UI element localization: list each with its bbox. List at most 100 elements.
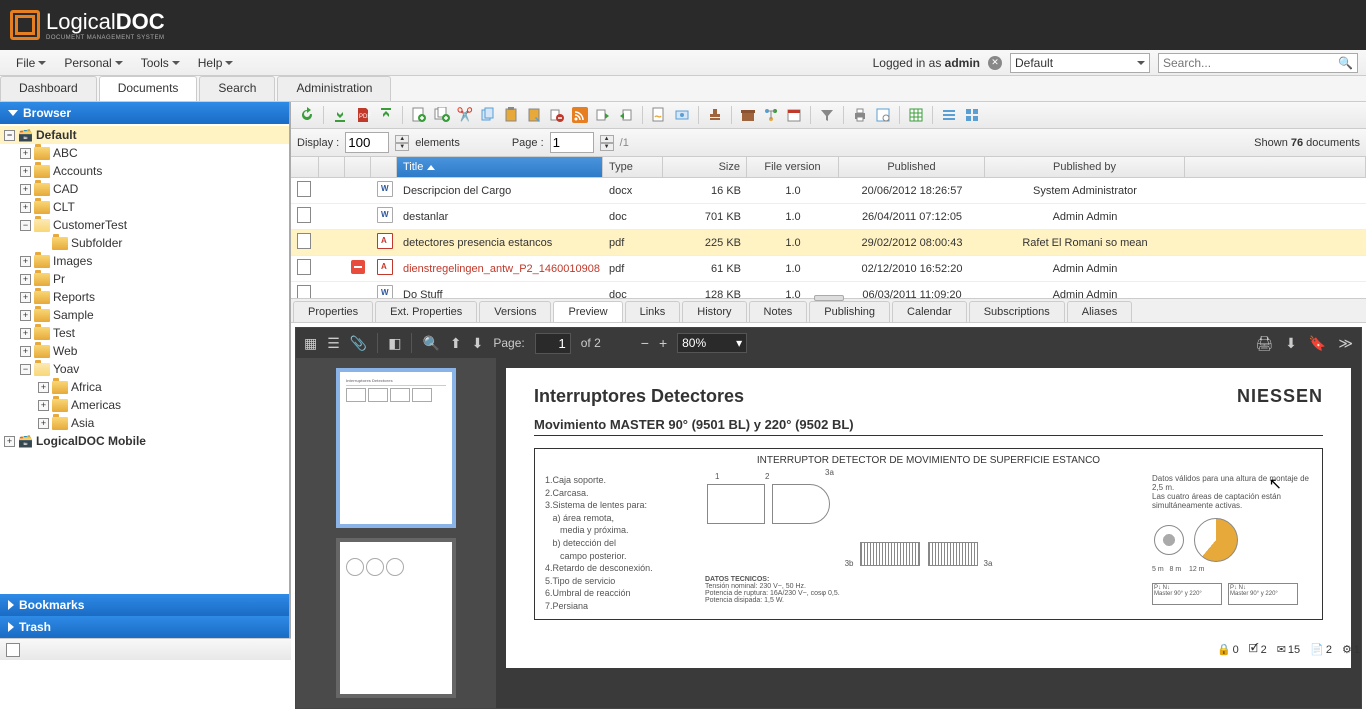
dtab-publishing[interactable]: Publishing bbox=[809, 301, 890, 322]
tree-folder[interactable]: −CustomerTest bbox=[0, 216, 289, 234]
expander-icon[interactable]: + bbox=[20, 346, 31, 357]
logout-button[interactable]: ✕ bbox=[988, 56, 1002, 70]
stamp-button[interactable] bbox=[705, 105, 725, 125]
list-view-button[interactable] bbox=[939, 105, 959, 125]
col-typeicon[interactable] bbox=[371, 157, 397, 177]
expander-icon[interactable]: + bbox=[20, 292, 31, 303]
tree-root[interactable]: − 🗃️ Default bbox=[0, 126, 289, 144]
expander-icon[interactable]: + bbox=[20, 148, 31, 159]
dtab-subscriptions[interactable]: Subscriptions bbox=[969, 301, 1065, 322]
expander-icon[interactable]: − bbox=[4, 130, 15, 141]
col-size[interactable]: Size bbox=[663, 157, 747, 177]
table-row[interactable]: destanlardoc701 KB1.026/04/2011 07:12:05… bbox=[291, 204, 1366, 230]
tree-folder[interactable]: +Images bbox=[0, 252, 289, 270]
add-docs-button[interactable] bbox=[432, 105, 452, 125]
tab-documents[interactable]: Documents bbox=[99, 76, 198, 101]
pdf-download-button[interactable]: ⬇ bbox=[1285, 335, 1297, 352]
tab-search[interactable]: Search bbox=[199, 76, 275, 101]
col-type[interactable]: Type bbox=[603, 157, 663, 177]
col-lock[interactable] bbox=[345, 157, 371, 177]
dtab-properties[interactable]: Properties bbox=[293, 301, 373, 322]
import-button[interactable] bbox=[616, 105, 636, 125]
tree-folder[interactable]: +Asia bbox=[0, 414, 289, 432]
search-input[interactable] bbox=[1163, 56, 1338, 70]
page-spinner[interactable]: ▲▼ bbox=[600, 135, 614, 151]
add-doc-button[interactable] bbox=[409, 105, 429, 125]
zoom-out-button[interactable]: − bbox=[641, 335, 649, 351]
zoom-select[interactable]: 80%▾ bbox=[677, 333, 747, 353]
tree-folder[interactable]: +Pr bbox=[0, 270, 289, 288]
sb-messages[interactable]: ✉15 bbox=[1277, 643, 1300, 656]
archive-button[interactable] bbox=[738, 105, 758, 125]
spin-down-icon[interactable]: ▼ bbox=[600, 143, 614, 151]
tree-folder[interactable]: +Sample bbox=[0, 306, 289, 324]
expander-icon[interactable]: + bbox=[20, 328, 31, 339]
menu-help[interactable]: Help bbox=[190, 53, 242, 73]
filter-button[interactable] bbox=[817, 105, 837, 125]
rss-button[interactable] bbox=[570, 105, 590, 125]
spin-down-icon[interactable]: ▼ bbox=[395, 143, 409, 151]
upload-button[interactable] bbox=[376, 105, 396, 125]
thumbnails-button[interactable]: ▦ bbox=[304, 335, 317, 352]
menu-file[interactable]: File bbox=[8, 53, 54, 73]
next-page-button[interactable]: ⬇ bbox=[472, 335, 484, 352]
search-icon[interactable]: 🔍 bbox=[1338, 56, 1353, 70]
spin-up-icon[interactable]: ▲ bbox=[395, 135, 409, 143]
panel-trash[interactable]: Trash bbox=[0, 616, 289, 638]
dtab-ext[interactable]: Ext. Properties bbox=[375, 301, 477, 322]
dtab-aliases[interactable]: Aliases bbox=[1067, 301, 1132, 322]
menu-tools[interactable]: Tools bbox=[133, 53, 188, 73]
cut-button[interactable]: ✂️ bbox=[455, 105, 475, 125]
delete-button[interactable] bbox=[547, 105, 567, 125]
expander-icon[interactable]: − bbox=[20, 220, 31, 231]
scan-button[interactable] bbox=[672, 105, 692, 125]
export-button[interactable] bbox=[593, 105, 613, 125]
col-version[interactable]: File version bbox=[747, 157, 839, 177]
sb-checked[interactable]: 🗹2 bbox=[1249, 640, 1267, 659]
pdf-button[interactable]: PDF bbox=[353, 105, 373, 125]
grid-view-button[interactable] bbox=[962, 105, 982, 125]
pdf-bookmark-button[interactable]: 🔖 bbox=[1309, 335, 1326, 352]
sign-button[interactable] bbox=[649, 105, 669, 125]
download-button[interactable] bbox=[330, 105, 350, 125]
tree-folder[interactable]: +Americas bbox=[0, 396, 289, 414]
expander-icon[interactable]: + bbox=[38, 382, 49, 393]
tree-folder[interactable]: +Web bbox=[0, 342, 289, 360]
tree-mobile[interactable]: +🗃️LogicalDOC Mobile bbox=[0, 432, 289, 450]
dtab-notes[interactable]: Notes bbox=[749, 301, 808, 322]
tab-administration[interactable]: Administration bbox=[277, 76, 391, 101]
calendar-button[interactable] bbox=[784, 105, 804, 125]
tree-folder[interactable]: −Yoav bbox=[0, 360, 289, 378]
thumbnail-2[interactable] bbox=[336, 538, 456, 698]
workflow-button[interactable] bbox=[761, 105, 781, 125]
workspace-select[interactable]: Default bbox=[1010, 53, 1150, 73]
sb-gear[interactable]: ⚙1 bbox=[1342, 643, 1360, 656]
paste-link-button[interactable] bbox=[524, 105, 544, 125]
page-input[interactable] bbox=[550, 132, 594, 153]
tree-folder[interactable]: +ABC bbox=[0, 144, 289, 162]
preview-print-button[interactable] bbox=[873, 105, 893, 125]
panel-bookmarks[interactable]: Bookmarks bbox=[0, 594, 289, 616]
display-spinner[interactable]: ▲▼ bbox=[395, 135, 409, 151]
col-title[interactable]: Title bbox=[397, 157, 603, 177]
expander-icon[interactable]: + bbox=[20, 310, 31, 321]
table-row[interactable]: dienstregelingen_antw_P2_1460010908pdf61… bbox=[291, 256, 1366, 282]
tree-folder[interactable]: Subfolder bbox=[0, 234, 289, 252]
panel-browser[interactable]: Browser bbox=[0, 102, 289, 124]
pdf-thumbnails[interactable]: Interruptores Detectores bbox=[296, 358, 496, 708]
dtab-links[interactable]: Links bbox=[625, 301, 681, 322]
search-box[interactable]: 🔍 bbox=[1158, 53, 1358, 73]
tree-folder[interactable]: +Reports bbox=[0, 288, 289, 306]
expander-icon[interactable]: + bbox=[20, 166, 31, 177]
paste-button[interactable] bbox=[501, 105, 521, 125]
expander-icon[interactable]: + bbox=[38, 400, 49, 411]
expander-icon[interactable]: + bbox=[4, 436, 15, 447]
sb-flag[interactable]: 📄2 bbox=[1310, 643, 1332, 656]
pdf-print-button[interactable]: 🖨 bbox=[1255, 335, 1273, 352]
col-select[interactable] bbox=[291, 157, 319, 177]
outline-button[interactable]: ☰ bbox=[327, 335, 340, 352]
thumbnail-1[interactable]: Interruptores Detectores bbox=[336, 368, 456, 528]
dtab-versions[interactable]: Versions bbox=[479, 301, 551, 322]
spreadsheet-button[interactable] bbox=[906, 105, 926, 125]
menu-personal[interactable]: Personal bbox=[56, 53, 130, 73]
